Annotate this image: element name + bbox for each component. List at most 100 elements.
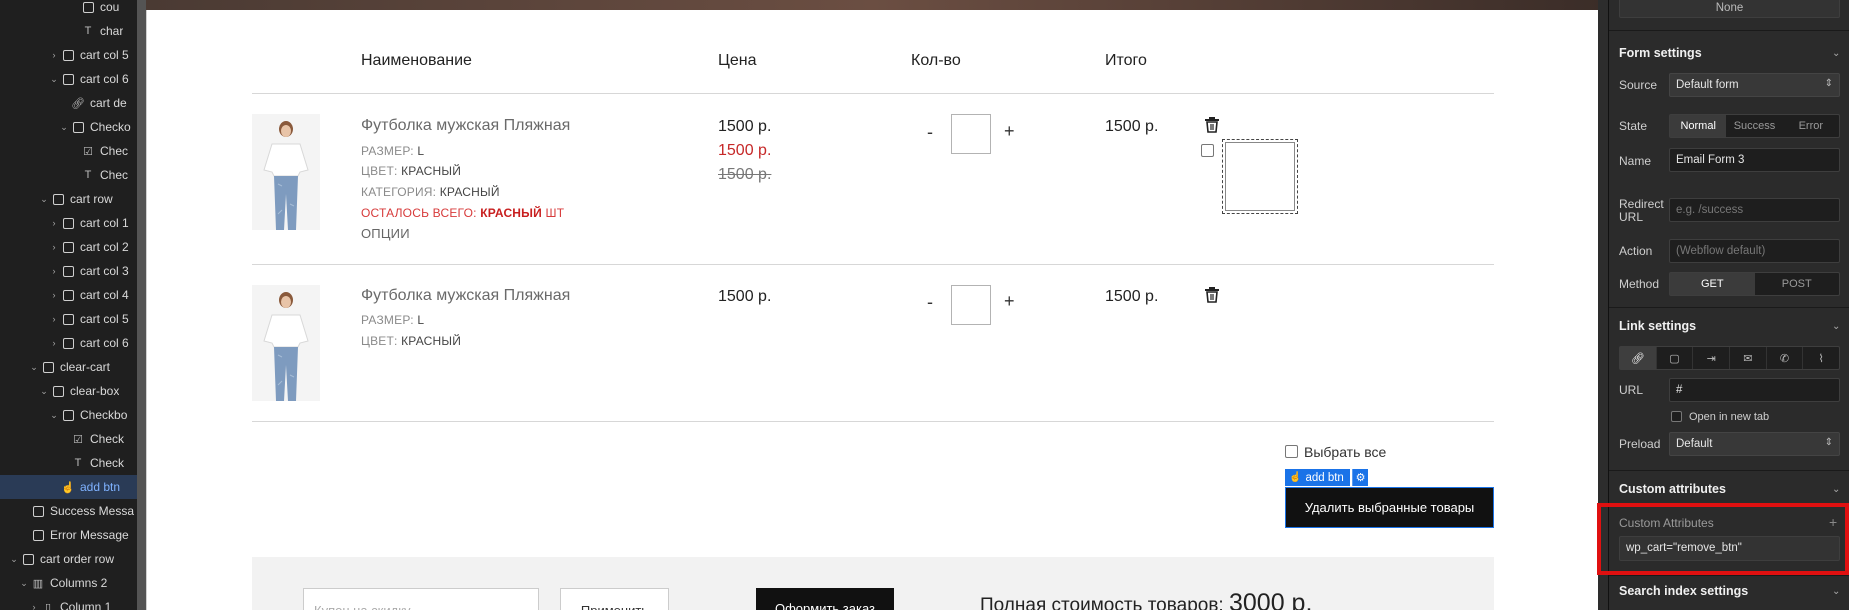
custom-attributes-title[interactable]: Custom attributes bbox=[1619, 482, 1726, 496]
link-settings-title[interactable]: Link settings bbox=[1619, 319, 1696, 333]
trash-icon[interactable] bbox=[1203, 285, 1221, 303]
navigator-item[interactable]: ⌄ cart order row bbox=[0, 547, 137, 571]
email-icon[interactable]: ✉ bbox=[1730, 347, 1767, 369]
apply-coupon-button[interactable]: Применить bbox=[560, 588, 669, 610]
form-settings-title[interactable]: Form settings bbox=[1619, 46, 1702, 60]
navigator-item-label: cart col 6 bbox=[80, 72, 129, 86]
state-toggle[interactable]: Normal Success Error bbox=[1669, 114, 1840, 138]
chevron-down-icon[interactable]: ⌄ bbox=[1832, 586, 1840, 597]
box-icon bbox=[60, 217, 76, 229]
navigator-item[interactable]: ☑ Chec bbox=[0, 139, 137, 163]
navigator-item[interactable]: Tchar bbox=[0, 19, 137, 43]
open-new-tab-checkbox[interactable] bbox=[1671, 411, 1682, 422]
chevron-down-icon[interactable]: ⌄ bbox=[1832, 484, 1840, 495]
chevron-down-icon[interactable]: ⌄ bbox=[38, 194, 50, 205]
chevron-down-icon[interactable]: ⌄ bbox=[1832, 48, 1840, 59]
chevron-right-icon[interactable]: › bbox=[48, 242, 60, 252]
qty-increment-button[interactable]: + bbox=[1004, 291, 1015, 312]
qty-increment-button[interactable]: + bbox=[1004, 121, 1015, 142]
link-type-toggle[interactable]: 🔗︎ ▢ ⇥ ✉ ✆ ⌇ bbox=[1619, 346, 1840, 370]
method-toggle[interactable]: GET POST bbox=[1669, 272, 1840, 296]
chevron-down-icon[interactable]: ⌄ bbox=[48, 74, 60, 85]
chevron-right-icon[interactable]: › bbox=[28, 602, 40, 610]
chevron-right-icon[interactable]: › bbox=[48, 338, 60, 348]
product-image[interactable] bbox=[252, 114, 320, 230]
navigator-item[interactable]: › cart col 5 bbox=[0, 307, 137, 331]
chevron-down-icon[interactable]: ⌄ bbox=[18, 578, 30, 589]
chevron-right-icon[interactable]: › bbox=[48, 50, 60, 60]
row-select-checkbox[interactable] bbox=[1201, 144, 1214, 157]
navigator-item[interactable]: ⌄ clear-box bbox=[0, 379, 137, 403]
product-name[interactable]: Футболка мужская Пляжная bbox=[361, 117, 570, 135]
element-settings-icon[interactable]: ⚙ bbox=[1352, 469, 1368, 486]
navigator-item[interactable]: cou bbox=[0, 0, 137, 19]
method-post[interactable]: POST bbox=[1755, 273, 1840, 295]
sale-price: 1500 р. bbox=[718, 142, 772, 159]
select-all-checkbox[interactable] bbox=[1285, 445, 1298, 458]
chevron-right-icon[interactable]: › bbox=[48, 266, 60, 276]
chevron-right-icon[interactable]: › bbox=[48, 290, 60, 300]
redirect-url-input[interactable]: e.g. /success bbox=[1669, 198, 1840, 222]
chevron-down-icon[interactable]: ⌄ bbox=[38, 386, 50, 397]
navigator-item[interactable]: Success Messa bbox=[0, 499, 137, 523]
navigator-item[interactable]: ⌄ cart row bbox=[0, 187, 137, 211]
chevron-down-icon[interactable]: ⌄ bbox=[1832, 321, 1840, 332]
navigator-item[interactable]: ☝ add btn bbox=[0, 475, 137, 499]
stock-left: ОСТАЛОСЬ ВСЕГО: КРАСНЫЙ ШТ bbox=[361, 206, 564, 220]
delete-selected-button[interactable]: Удалить выбранные товары bbox=[1285, 487, 1494, 528]
navigator-item[interactable]: T Chec bbox=[0, 163, 137, 187]
open-new-tab-label[interactable]: Open in new tab bbox=[1689, 411, 1769, 423]
navigator-item[interactable]: ⌄ Checko bbox=[0, 115, 137, 139]
chevron-down-icon[interactable]: ⌄ bbox=[58, 122, 70, 133]
navigator-item[interactable]: T Check bbox=[0, 451, 137, 475]
qty-input[interactable] bbox=[951, 285, 991, 325]
link-icon[interactable]: 🔗︎ bbox=[1620, 347, 1657, 369]
product-name[interactable]: Футболка мужская Пляжная bbox=[361, 287, 570, 305]
navigator-item[interactable]: ⌄ ▥ Columns 2 bbox=[0, 571, 137, 595]
page-icon[interactable]: ▢ bbox=[1657, 347, 1694, 369]
state-error[interactable]: Error bbox=[1783, 115, 1839, 137]
navigator-item[interactable]: › cart col 4 bbox=[0, 283, 137, 307]
navigator-item[interactable]: › ▯ Column 1 bbox=[0, 595, 137, 610]
navigator-item[interactable]: › cart col 1 bbox=[0, 211, 137, 235]
navigator-item[interactable]: Error Message bbox=[0, 523, 137, 547]
trash-icon[interactable] bbox=[1203, 115, 1221, 133]
qty-input[interactable] bbox=[951, 114, 991, 154]
navigator-item[interactable]: ⌄ Checkbo bbox=[0, 403, 137, 427]
qty-decrement-button[interactable]: - bbox=[927, 292, 933, 313]
navigator-item[interactable]: › cart col 2 bbox=[0, 235, 137, 259]
none-field[interactable]: None bbox=[1619, 0, 1840, 18]
search-index-title[interactable]: Search index settings bbox=[1619, 584, 1748, 598]
state-success[interactable]: Success bbox=[1726, 115, 1782, 137]
checkout-button[interactable]: Оформить заказ bbox=[756, 588, 894, 610]
method-get[interactable]: GET bbox=[1670, 273, 1755, 295]
product-image[interactable] bbox=[252, 285, 320, 401]
navigator-item[interactable]: ⌄ clear-cart bbox=[0, 355, 137, 379]
qty-decrement-button[interactable]: - bbox=[927, 122, 933, 143]
box-icon bbox=[80, 1, 96, 13]
navigator-item[interactable]: › cart col 5 bbox=[0, 43, 137, 67]
source-select[interactable]: Default form ⇕ bbox=[1669, 73, 1840, 97]
action-input[interactable]: (Webflow default) bbox=[1669, 239, 1840, 263]
chevron-right-icon[interactable]: › bbox=[48, 314, 60, 324]
form-name-input[interactable]: Email Form 3 bbox=[1669, 148, 1840, 172]
chevron-down-icon[interactable]: ⌄ bbox=[8, 554, 20, 565]
navigator-item-label: cou bbox=[100, 0, 120, 14]
chevron-down-icon[interactable]: ⌄ bbox=[28, 362, 40, 373]
navigator-item[interactable]: ☑ Check bbox=[0, 427, 137, 451]
select-all-label[interactable]: Выбрать все bbox=[1304, 444, 1386, 460]
chevron-down-icon[interactable]: ⌄ bbox=[48, 410, 60, 421]
navigator-item[interactable]: 🔗︎ cart de bbox=[0, 91, 137, 115]
header-qty: Кол-во bbox=[911, 52, 961, 69]
navigator-item[interactable]: › cart col 6 bbox=[0, 331, 137, 355]
phone-icon[interactable]: ✆ bbox=[1767, 347, 1804, 369]
state-normal[interactable]: Normal bbox=[1670, 115, 1727, 137]
attachment-icon[interactable]: ⌇ bbox=[1803, 347, 1839, 369]
chevron-right-icon[interactable]: › bbox=[48, 218, 60, 228]
preload-select[interactable]: Default ⇕ bbox=[1669, 432, 1840, 456]
url-input[interactable]: # bbox=[1669, 378, 1840, 402]
section-icon[interactable]: ⇥ bbox=[1693, 347, 1731, 369]
navigator-item[interactable]: ⌄ cart col 6 bbox=[0, 67, 137, 91]
coupon-input[interactable]: Купон на скидку bbox=[303, 588, 539, 610]
navigator-item[interactable]: › cart col 3 bbox=[0, 259, 137, 283]
